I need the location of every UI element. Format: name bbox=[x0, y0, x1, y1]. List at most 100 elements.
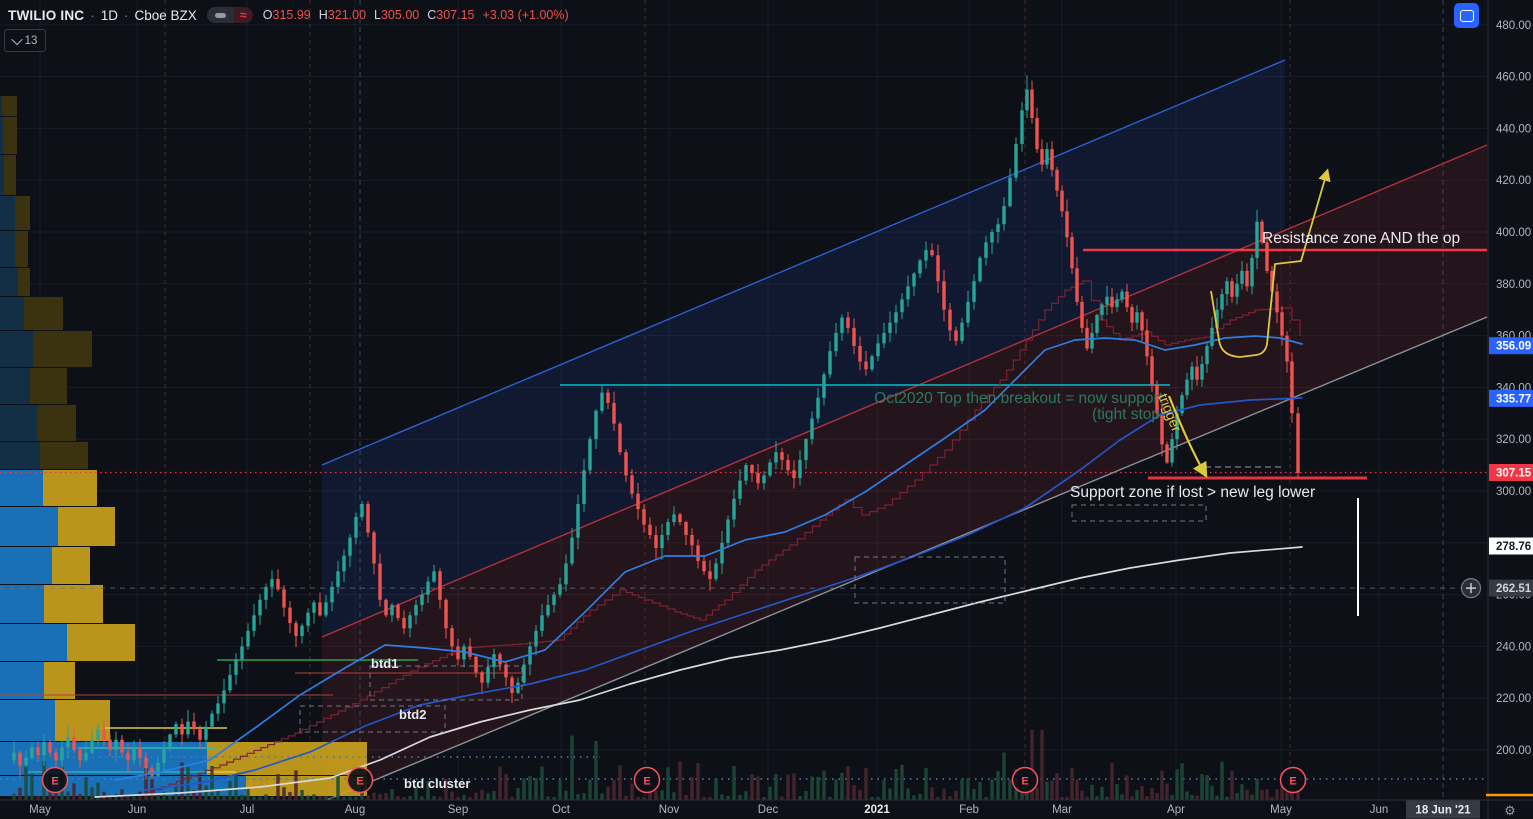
volume-bar bbox=[684, 795, 688, 800]
btd-zone-box[interactable] bbox=[1071, 504, 1207, 522]
volume-bar bbox=[378, 793, 382, 800]
oct-support-note-line1[interactable]: Oct2020 Top then breakout = now support bbox=[874, 390, 1164, 407]
candle-body bbox=[636, 493, 640, 510]
candle-body bbox=[24, 757, 28, 766]
candle-body bbox=[810, 418, 814, 440]
candle-body bbox=[900, 299, 904, 313]
price-tick: 300.00 bbox=[1496, 486, 1531, 498]
candle-body bbox=[1002, 206, 1006, 225]
candle-body bbox=[1045, 149, 1049, 165]
candle-body bbox=[1050, 149, 1054, 170]
wave-indicator-button[interactable]: ≈ bbox=[233, 7, 253, 23]
volume-bar bbox=[972, 789, 976, 800]
hide-series-button[interactable] bbox=[206, 7, 234, 23]
volume-bar bbox=[1150, 788, 1154, 800]
volume-bar bbox=[924, 767, 928, 800]
resistance-note-label[interactable]: Resistance zone AND the op bbox=[1262, 230, 1460, 247]
indicators-collapse-dropdown[interactable]: 13 bbox=[4, 29, 46, 52]
volume-bar bbox=[558, 780, 562, 800]
volume-bar bbox=[1050, 780, 1054, 800]
volume-bar bbox=[24, 763, 28, 800]
candle-body bbox=[348, 537, 352, 556]
volume-bar bbox=[714, 778, 718, 800]
candle-body bbox=[684, 522, 688, 536]
candle-body bbox=[174, 724, 178, 735]
time-tick: Dec bbox=[758, 804, 779, 816]
volume-bar bbox=[912, 795, 916, 800]
symbol-title[interactable]: TWILIO INC bbox=[8, 8, 84, 23]
candle-body bbox=[324, 602, 328, 616]
low-label: L bbox=[374, 8, 381, 22]
candle-body bbox=[102, 729, 106, 740]
candle-body bbox=[780, 452, 784, 460]
time-axis-settings-gear-icon[interactable]: ⚙ bbox=[1504, 803, 1516, 818]
profile-row-sell bbox=[58, 507, 115, 546]
candle-body bbox=[252, 615, 256, 631]
snapshot-button[interactable] bbox=[1454, 3, 1479, 28]
volume-bar bbox=[588, 779, 592, 800]
profile-row-sell bbox=[4, 155, 16, 195]
candle-body bbox=[666, 522, 670, 536]
volume-bar bbox=[294, 770, 298, 800]
price-axis[interactable]: 480.00460.00440.00420.00400.00380.00360.… bbox=[1460, 0, 1533, 819]
open-value: 315.99 bbox=[272, 8, 311, 22]
volume-bar bbox=[1115, 784, 1119, 800]
price-tick: 400.00 bbox=[1496, 227, 1531, 239]
volume-bar bbox=[216, 790, 220, 800]
candle-body bbox=[750, 465, 754, 473]
exchange-label[interactable]: Cboe BZX bbox=[135, 8, 197, 23]
candle-body bbox=[48, 742, 52, 753]
oct-support-note-line2[interactable]: (tight stop bbox=[1092, 406, 1160, 423]
price-badge-text: 335.77 bbox=[1496, 393, 1531, 405]
volume-bar bbox=[312, 794, 316, 800]
tradingview-chart-window: E E E E E Resistance zone AND the op Support… bbox=[0, 0, 1533, 819]
candle-body bbox=[234, 659, 238, 675]
series-toggle-pills[interactable]: ≈ bbox=[206, 7, 253, 23]
candle-body bbox=[960, 322, 964, 341]
volume-bar bbox=[420, 796, 424, 800]
chart-canvas[interactable]: E E E E E Resistance zone AND the op Support… bbox=[0, 0, 1533, 819]
volume-bar bbox=[942, 788, 946, 800]
volume-bar bbox=[408, 796, 412, 800]
candle-body bbox=[798, 459, 802, 479]
volume-bar bbox=[504, 774, 508, 800]
volume-bar bbox=[228, 780, 232, 800]
volume-bar bbox=[864, 768, 868, 800]
candle-body bbox=[1120, 291, 1124, 300]
close-label: C bbox=[427, 8, 437, 22]
volume-bar bbox=[1100, 786, 1104, 800]
candle-body bbox=[246, 630, 250, 647]
btd1-label[interactable]: btd1 bbox=[371, 656, 398, 671]
profile-row-buy bbox=[0, 405, 37, 441]
volume-bar bbox=[1080, 790, 1084, 800]
volume-bar bbox=[1020, 792, 1024, 800]
volume-bar bbox=[852, 785, 856, 800]
candle-body bbox=[1165, 444, 1169, 463]
btd-cluster-label[interactable]: btd cluster bbox=[404, 776, 470, 791]
candle-body bbox=[1130, 307, 1134, 323]
candle-body bbox=[78, 750, 82, 761]
volume-bar bbox=[1090, 784, 1094, 800]
btd2-label[interactable]: btd2 bbox=[399, 707, 426, 722]
volume-bar bbox=[1125, 775, 1129, 800]
profile-row-buy bbox=[0, 231, 15, 267]
profile-row-buy bbox=[0, 662, 44, 699]
volume-bar bbox=[750, 774, 754, 800]
candle-body bbox=[90, 739, 94, 753]
profile-row-sell bbox=[30, 368, 67, 404]
candle-body bbox=[156, 762, 160, 776]
earnings-marker-letter: E bbox=[356, 776, 363, 788]
candle-body bbox=[744, 465, 748, 481]
candle-body bbox=[936, 255, 940, 282]
candle-body bbox=[420, 594, 424, 605]
candle-body bbox=[786, 459, 790, 471]
volume-bar bbox=[30, 773, 34, 800]
support-note-label[interactable]: Support zone if lost > new leg lower bbox=[1070, 484, 1315, 501]
candle-body bbox=[1296, 413, 1300, 473]
candle-body bbox=[534, 630, 538, 647]
volume-bar bbox=[678, 761, 682, 800]
volume-bar bbox=[954, 790, 958, 800]
volume-bar bbox=[336, 774, 340, 800]
candle-body bbox=[294, 623, 298, 637]
interval-label[interactable]: 1D bbox=[101, 8, 118, 23]
